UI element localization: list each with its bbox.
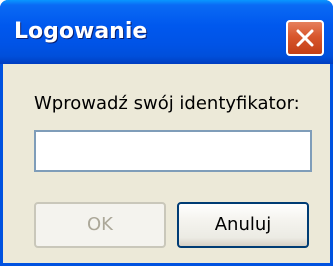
title-bar[interactable]: Logowanie xyxy=(0,0,333,64)
dialog-body: Wprowadź swój identyfikator: OK Anuluj xyxy=(3,64,330,263)
close-button[interactable] xyxy=(286,20,324,56)
window-title: Logowanie xyxy=(14,19,148,44)
cancel-button[interactable]: Anuluj xyxy=(177,202,309,248)
ok-button[interactable]: OK xyxy=(34,202,166,248)
close-x-icon xyxy=(296,29,314,47)
login-dialog: Logowanie Wprowadź swój identyfikator: O… xyxy=(0,0,333,266)
identifier-prompt-label: Wprowadź swój identyfikator: xyxy=(34,93,300,114)
identifier-input[interactable] xyxy=(34,130,312,172)
